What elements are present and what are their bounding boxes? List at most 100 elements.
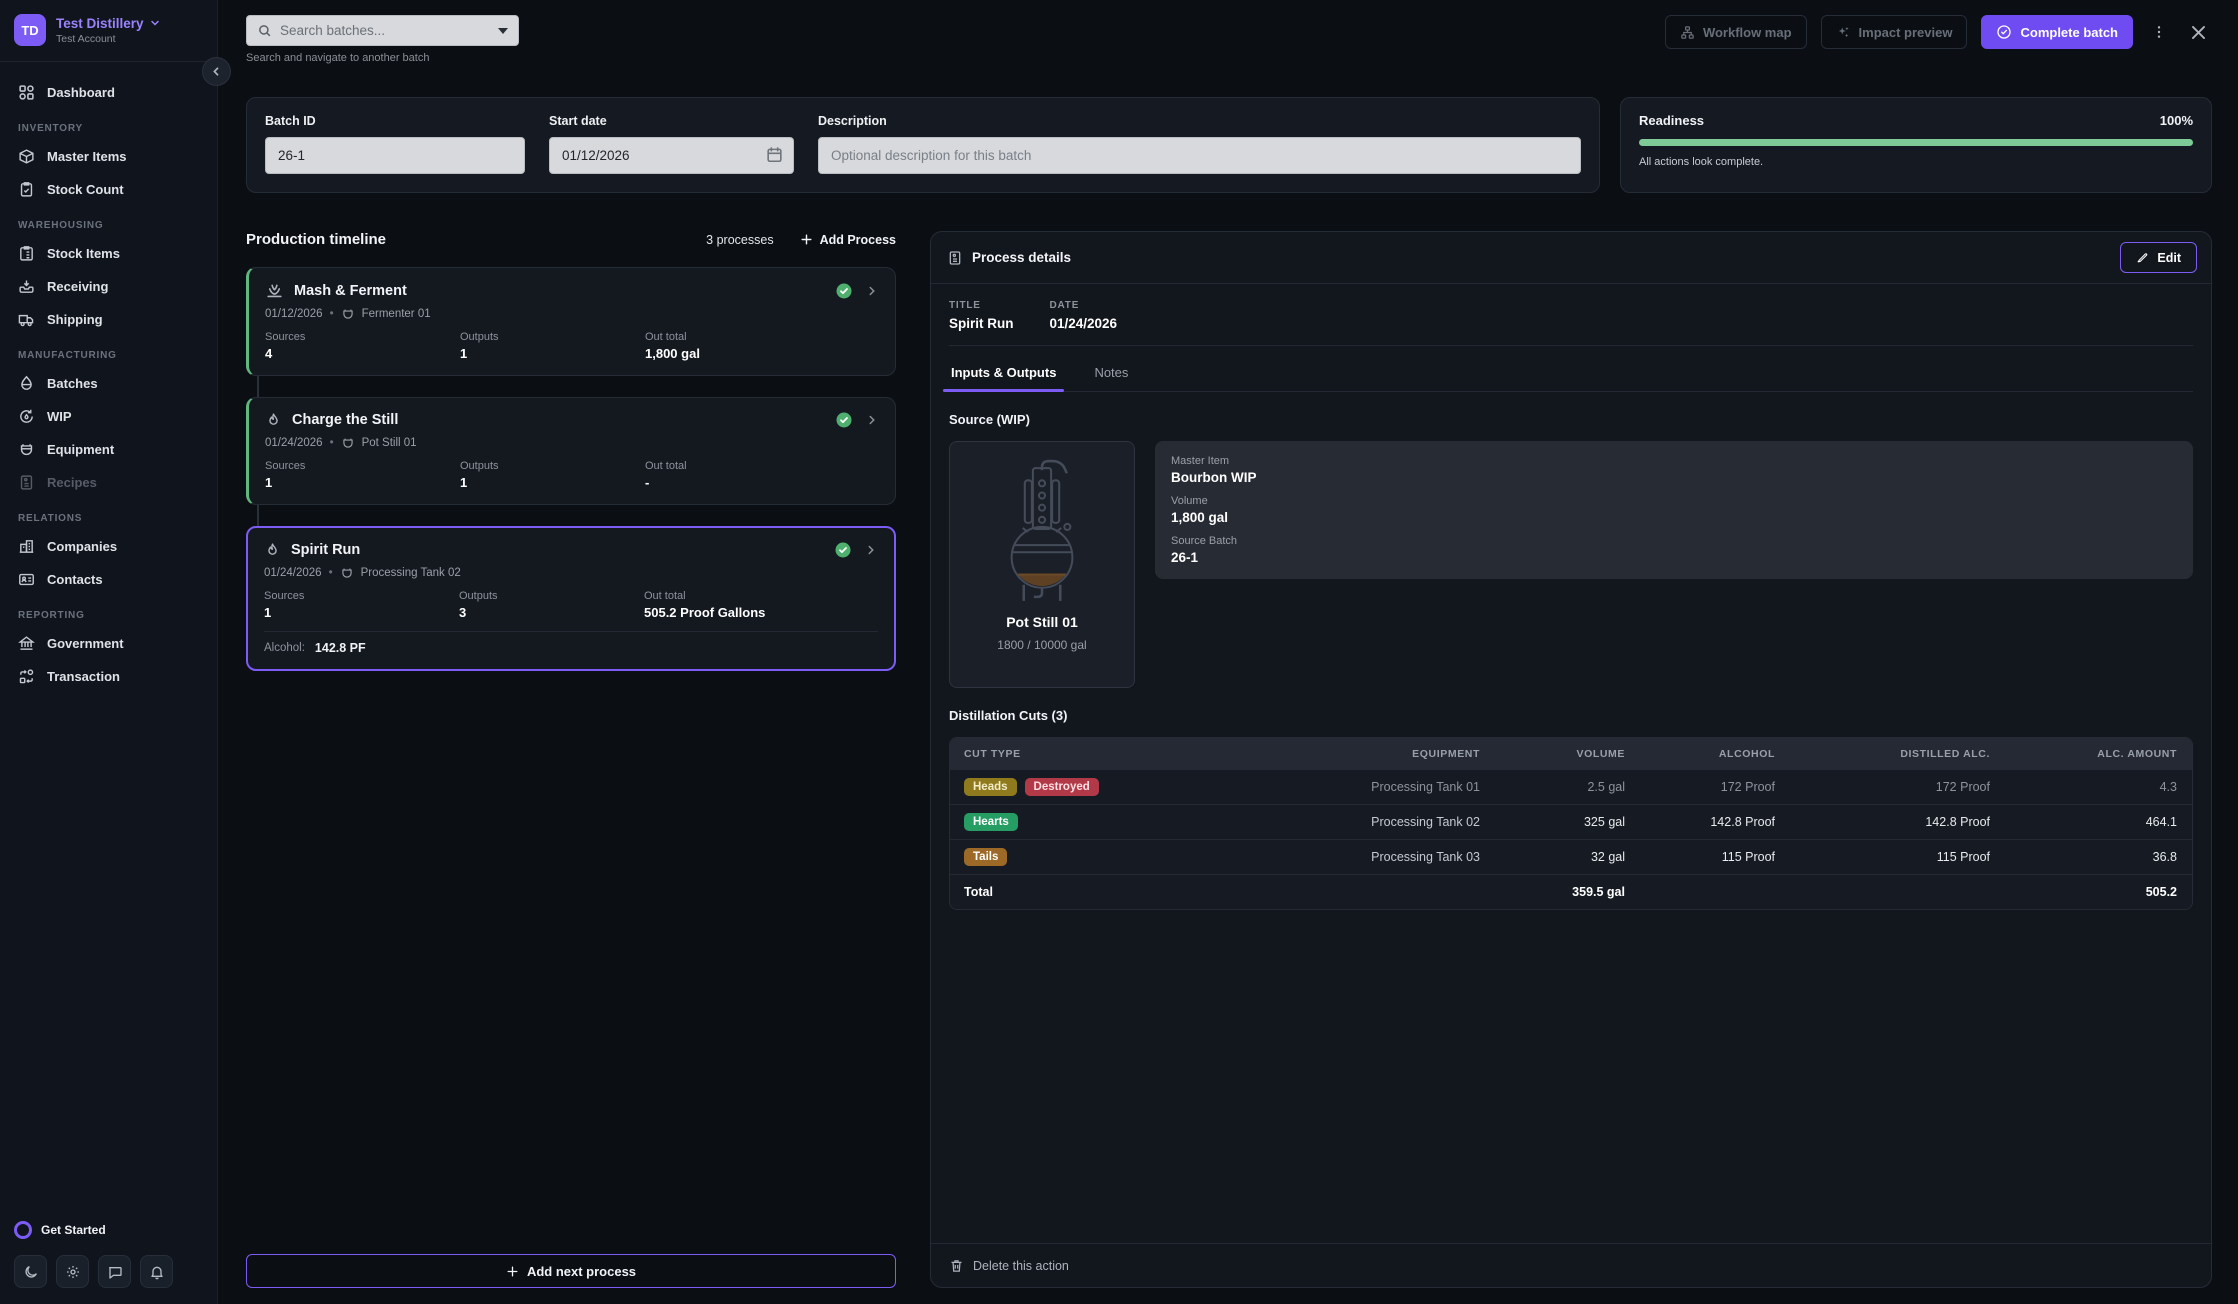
kebab-menu-icon xyxy=(2151,24,2167,40)
process-card-spirit-run[interactable]: Spirit Run 01/24/2026 • Processing Tank … xyxy=(246,526,896,671)
sidebar-item-government[interactable]: Government xyxy=(10,627,207,660)
source-wip-heading: Source (WIP) xyxy=(949,412,2193,427)
chevron-right-icon[interactable] xyxy=(864,543,878,557)
sidebar-item-label: Government xyxy=(47,636,124,651)
impact-preview-button[interactable]: Impact preview xyxy=(1821,15,1968,49)
settings-button[interactable] xyxy=(56,1255,89,1288)
chevron-right-icon[interactable] xyxy=(865,284,879,298)
cut-type-badge: Tails xyxy=(964,848,1007,866)
complete-batch-button[interactable]: Complete batch xyxy=(1981,15,2133,49)
cuts-row-tails[interactable]: Tails Processing Tank 03 32 gal 115 Proo… xyxy=(950,839,2192,874)
sidebar-item-dashboard[interactable]: Dashboard xyxy=(10,76,207,109)
theme-toggle-button[interactable] xyxy=(14,1255,47,1288)
sidebar-item-master-items[interactable]: Master Items xyxy=(10,140,207,173)
sidebar-item-batches[interactable]: Batches xyxy=(10,367,207,400)
main-content: Search and navigate to another batch Wor… xyxy=(218,0,2238,1304)
workflow-map-button[interactable]: Workflow map xyxy=(1665,15,1807,49)
pot-still-card[interactable]: Pot Still 01 1800 / 10000 gal xyxy=(949,441,1135,688)
process-equipment: Processing Tank 02 xyxy=(361,567,461,579)
check-circle-icon xyxy=(1996,24,2012,40)
sidebar-item-label: Companies xyxy=(47,539,117,554)
start-date-field[interactable] xyxy=(549,137,794,174)
flame-icon xyxy=(264,542,281,559)
sidebar-item-label: Equipment xyxy=(47,442,114,457)
sidebar-item-label: Master Items xyxy=(47,149,126,164)
feedback-button[interactable] xyxy=(98,1255,131,1288)
tab-notes[interactable]: Notes xyxy=(1092,352,1130,391)
batch-header-row: Batch ID Start date Description xyxy=(246,97,2212,193)
date-value: 01/24/2026 xyxy=(1050,316,1118,331)
pot-still-illustration xyxy=(978,456,1106,608)
account-switcher[interactable]: TD Test Distillery Test Account xyxy=(0,0,217,62)
sidebar-item-transaction[interactable]: Transaction xyxy=(10,660,207,693)
batch-id-field[interactable] xyxy=(265,137,525,174)
timeline-title: Production timeline xyxy=(246,231,386,248)
sidebar-item-receiving[interactable]: Receiving xyxy=(10,270,207,303)
details-tabs: Inputs & Outputs Notes xyxy=(949,352,2193,392)
dashboard-icon xyxy=(18,84,35,101)
readiness-label: Readiness xyxy=(1639,113,1704,128)
app-root: TD Test Distillery Test Account Dashboar… xyxy=(0,0,2238,1304)
complete-check-icon xyxy=(834,541,852,559)
sidebar-item-stock-items[interactable]: Stock Items xyxy=(10,237,207,270)
process-card-mash-ferment[interactable]: Mash & Ferment 01/12/2026 • Fermenter 01 xyxy=(246,267,896,376)
edit-button[interactable]: Edit xyxy=(2120,242,2197,273)
bell-icon xyxy=(149,1264,165,1280)
sidebar-collapse-button[interactable] xyxy=(202,57,231,86)
process-details-panel: Process details Edit TITLE Spirit Run xyxy=(930,231,2212,1288)
search-icon xyxy=(257,23,272,38)
still-capacity: 1800 / 10000 gal xyxy=(997,638,1086,652)
calendar-icon[interactable] xyxy=(765,145,784,164)
cuts-row-hearts[interactable]: Hearts Processing Tank 02 325 gal 142.8 … xyxy=(950,804,2192,839)
nav-section-inventory: INVENTORY xyxy=(10,109,207,140)
readiness-progress-bar xyxy=(1639,139,2193,146)
dropdown-caret-icon[interactable] xyxy=(498,28,508,34)
sidebar-footer: Get Started xyxy=(0,1209,217,1304)
sidebar-item-contacts[interactable]: Contacts xyxy=(10,563,207,596)
clipboard-check-icon xyxy=(18,181,35,198)
outputs-value: 1 xyxy=(460,346,645,361)
sidebar-item-recipes[interactable]: Recipes xyxy=(10,466,207,499)
notifications-button[interactable] xyxy=(140,1255,173,1288)
wheat-icon xyxy=(265,281,284,300)
close-button[interactable] xyxy=(2185,19,2212,46)
nav-section-manufacturing: MANUFACTURING xyxy=(10,336,207,367)
alcohol-value: 142.8 PF xyxy=(315,641,366,655)
details-title: Process details xyxy=(972,250,1071,265)
sidebar-item-equipment[interactable]: Equipment xyxy=(10,433,207,466)
out-total-value: - xyxy=(645,475,879,490)
batch-search[interactable] xyxy=(246,15,519,46)
tab-inputs-outputs[interactable]: Inputs & Outputs xyxy=(949,352,1058,391)
process-equipment: Pot Still 01 xyxy=(362,437,417,449)
process-card-charge-still[interactable]: Charge the Still 01/24/2026 • Pot Still … xyxy=(246,397,896,505)
cuts-row-heads[interactable]: Heads Destroyed Processing Tank 01 2.5 g… xyxy=(950,769,2192,804)
description-field[interactable] xyxy=(818,137,1581,174)
workflow-icon xyxy=(1680,25,1695,40)
more-options-button[interactable] xyxy=(2147,20,2171,44)
volume-value: 1,800 gal xyxy=(1171,510,2177,525)
sidebar-item-label: Stock Count xyxy=(47,182,124,197)
title-value: Spirit Run xyxy=(949,316,1014,331)
complete-check-icon xyxy=(835,282,853,300)
sources-value: 4 xyxy=(265,346,460,361)
sidebar: TD Test Distillery Test Account Dashboar… xyxy=(0,0,218,1304)
nav-section-relations: RELATIONS xyxy=(10,499,207,530)
search-input[interactable] xyxy=(280,23,490,38)
master-item-label: Master Item xyxy=(1171,455,2177,467)
get-started[interactable]: Get Started xyxy=(14,1221,203,1239)
pot-icon xyxy=(340,566,354,580)
chevron-right-icon[interactable] xyxy=(865,413,879,427)
pencil-icon xyxy=(2136,251,2149,264)
sidebar-item-stock-count[interactable]: Stock Count xyxy=(10,173,207,206)
add-next-process-button[interactable]: Add next process xyxy=(246,1254,896,1288)
add-process-button[interactable]: Add Process xyxy=(800,233,896,247)
cuts-table-header: CUT TYPE EQUIPMENT VOLUME ALCOHOL DISTIL… xyxy=(950,738,2192,769)
sidebar-item-companies[interactable]: Companies xyxy=(10,530,207,563)
moon-icon xyxy=(23,1264,39,1280)
sidebar-item-shipping[interactable]: Shipping xyxy=(10,303,207,336)
nav-section-reporting: REPORTING xyxy=(10,596,207,627)
process-equipment: Fermenter 01 xyxy=(362,308,431,320)
sidebar-item-wip[interactable]: WIP xyxy=(10,400,207,433)
cycle-icon xyxy=(18,408,35,425)
delete-action-button[interactable]: Delete this action xyxy=(949,1258,1069,1273)
